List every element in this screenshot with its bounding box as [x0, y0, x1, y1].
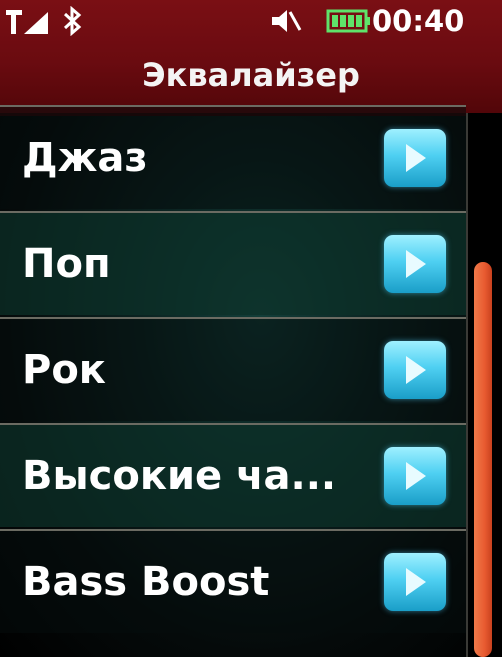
scrollbar-thumb[interactable]	[474, 262, 492, 657]
play-button[interactable]	[384, 553, 446, 611]
list-item-label: Высокие ча...	[22, 453, 337, 499]
battery-icon	[326, 9, 370, 33]
play-button[interactable]	[384, 235, 446, 293]
play-icon	[406, 356, 426, 384]
play-icon	[406, 250, 426, 278]
header: 00:40 Эквалайзер	[0, 0, 502, 116]
list-item-label: Поп	[22, 241, 111, 287]
play-button[interactable]	[384, 341, 446, 399]
clock: 00:40	[372, 4, 465, 38]
play-icon	[406, 568, 426, 596]
list-item-jazz[interactable]: Джаз	[0, 105, 466, 209]
bluetooth-icon	[63, 6, 82, 36]
play-icon	[406, 462, 426, 490]
list-item-bass-boost[interactable]: Bass Boost	[0, 529, 466, 633]
equalizer-screen: 00:40 Эквалайзер Джаз Поп Рок Высокие ча…	[0, 0, 502, 657]
list-item-label: Рок	[22, 347, 106, 393]
play-button[interactable]	[384, 447, 446, 505]
signal-icon	[6, 10, 48, 34]
status-bar: 00:40	[0, 0, 502, 44]
play-button[interactable]	[384, 129, 446, 187]
list-item-label: Джаз	[22, 135, 148, 181]
play-icon	[406, 144, 426, 172]
list-item-rock[interactable]: Рок	[0, 317, 466, 421]
page-title: Эквалайзер	[142, 56, 360, 94]
mute-icon	[272, 10, 302, 32]
list-item-label: Bass Boost	[22, 559, 270, 605]
equalizer-list: Джаз Поп Рок Высокие ча... Bass Boost	[0, 103, 466, 657]
list-item-treble[interactable]: Высокие ча...	[0, 423, 466, 527]
list-item-pop[interactable]: Поп	[0, 211, 466, 315]
